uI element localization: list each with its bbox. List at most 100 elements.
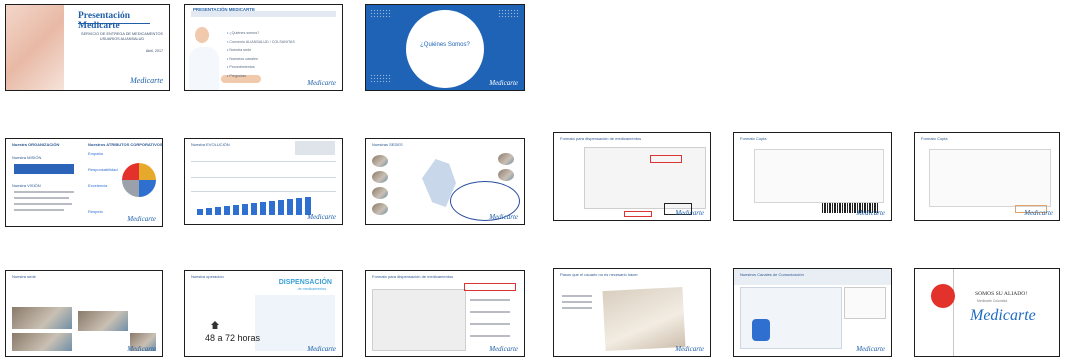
slide-thumbnail-8[interactable]: Formato Copia Medicarte xyxy=(733,132,892,221)
person-graphic xyxy=(752,319,770,341)
growth-bar xyxy=(206,208,212,215)
brand-logo: Medicarte xyxy=(675,209,704,217)
slide-heading: Nuestra operación xyxy=(191,274,224,279)
slide-heading: Nuestra EVOLUCIÓN xyxy=(191,142,230,147)
form-document xyxy=(584,147,706,209)
text-line xyxy=(14,191,74,193)
column-heading: Nuestros ATRIBUTOS CORPORATIVOS xyxy=(88,142,163,147)
slide-heading: Formato Copia xyxy=(740,136,767,141)
section-subtitle: de medicamentos xyxy=(297,287,326,291)
slide-heading: Nuestra sede xyxy=(12,274,36,279)
growth-bar xyxy=(224,206,230,215)
text-line xyxy=(470,299,510,301)
brand-logo: Medicarte xyxy=(127,215,156,223)
closing-headline: SOMOS SU ALIADO! xyxy=(975,291,1028,297)
slide-thumbnail-4[interactable]: Nuestra ORGANIZACIÓN Nuestros ATRIBUTOS … xyxy=(5,138,163,227)
site-photo xyxy=(372,171,388,183)
slide-heading: Formato para dispensación de medicamento… xyxy=(560,136,642,141)
dot-pattern xyxy=(370,74,392,84)
dot-pattern xyxy=(498,9,520,19)
doctor-face xyxy=(195,27,209,43)
site-photo xyxy=(372,187,388,199)
slide-heading: Nuestros Canales de Comunicación xyxy=(740,272,804,277)
highlight-box xyxy=(650,155,682,163)
slide-thumbnail-6[interactable]: Nuestras SEDES Medicarte xyxy=(365,138,525,225)
slide-subtitle: SERVICIO DE ENTREGA DE MEDICAMENTOS USUA… xyxy=(81,32,163,41)
slide-title: Presentación Medicarte xyxy=(78,11,131,31)
text-line xyxy=(470,323,510,325)
slide-thumbnail-5[interactable]: Nuestra EVOLUCIÓN Medicarte xyxy=(184,138,343,225)
brand-logo: Medicarte xyxy=(1024,209,1053,217)
attribute-label: Respeto xyxy=(88,209,103,214)
section-title: ¿Quiénes Somos? xyxy=(420,42,470,48)
text-line xyxy=(562,307,592,309)
text-line xyxy=(14,197,69,199)
dot-pattern xyxy=(370,9,392,19)
growth-bar xyxy=(260,202,266,215)
doctor-coat xyxy=(189,47,219,90)
brand-logo: Medicarte xyxy=(489,213,518,221)
text-line xyxy=(562,295,592,297)
slide-thumbnail-11[interactable]: Nuestra operación DISPENSACIÓN de medica… xyxy=(184,270,343,357)
timeline-line xyxy=(191,161,336,162)
agenda-item: ¿Quiénes somos? xyxy=(227,29,295,38)
white-circle xyxy=(406,10,484,88)
red-circle xyxy=(931,284,955,308)
slide-thumbnail-10[interactable]: Nuestra sede Medicarte xyxy=(5,270,163,357)
text-line xyxy=(14,203,72,205)
header-photo xyxy=(295,141,335,155)
title-underline xyxy=(78,23,150,24)
brand-logo: Medicarte xyxy=(970,307,1036,324)
site-photo xyxy=(498,169,514,181)
site-photo xyxy=(372,203,388,215)
text-line xyxy=(14,209,64,211)
attribute-label: Responsabilidad xyxy=(88,167,118,172)
hands-photo xyxy=(6,5,64,90)
site-photo xyxy=(498,153,514,165)
slide-thumbnail-14[interactable]: Nuestros Canales de Comunicación Medicar… xyxy=(733,268,892,357)
brand-logo: Medicarte xyxy=(489,345,518,353)
attribute-label: Empatía xyxy=(88,151,103,156)
brand-logo: Medicarte xyxy=(489,79,518,87)
building-photo xyxy=(12,307,72,329)
house-icon xyxy=(211,321,219,329)
growth-bar xyxy=(251,203,257,215)
agenda-item: Preguntas xyxy=(227,72,295,81)
slide-thumbnail-13[interactable]: Pasos que el usuario no es necesario hac… xyxy=(553,268,711,357)
divider-line xyxy=(953,269,954,356)
timeline-line xyxy=(191,191,336,192)
growth-bar xyxy=(287,199,293,215)
vision-label: Nuestra VISIÓN xyxy=(12,183,41,188)
slide-date: Abril, 2017 xyxy=(145,49,163,53)
agenda-item: Nuestra sede xyxy=(227,46,295,55)
growth-bar xyxy=(269,201,275,215)
slide-heading: Nuestras SEDES xyxy=(372,142,403,147)
slide-thumbnail-9[interactable]: Formato Copia Medicarte xyxy=(914,132,1060,221)
growth-bar xyxy=(242,204,248,215)
slide-thumbnail-3[interactable]: ¿Quiénes Somos? Medicarte xyxy=(365,4,525,91)
mission-band xyxy=(14,164,74,174)
timeline-line xyxy=(191,177,336,178)
slide-thumbnail-2[interactable]: PRESENTACIÓN MEDICARTE ¿Quiénes somos? C… xyxy=(184,4,343,91)
interior-photo xyxy=(12,333,72,351)
form-document xyxy=(372,289,466,351)
slide-thumbnail-7[interactable]: Formato para dispensación de medicamento… xyxy=(553,132,711,221)
site-photo xyxy=(372,155,388,167)
slide-thumbnail-12[interactable]: Formato para dispensación de medicamento… xyxy=(365,270,525,357)
brand-logo: Medicarte xyxy=(307,345,336,353)
building-photo xyxy=(78,311,128,331)
slide-thumbnail-1[interactable]: Presentación Medicarte SERVICIO DE ENTRE… xyxy=(5,4,170,91)
delivery-time: 48 a 72 horas xyxy=(205,333,261,343)
agenda-item: Procedimientos xyxy=(227,63,295,72)
slide-heading: Formato para dispensación de medicamento… xyxy=(372,274,454,279)
closing-tagline: Medicarte Colombia xyxy=(977,299,1008,303)
growth-bar xyxy=(197,209,203,215)
slide-heading: PRESENTACIÓN MEDICARTE xyxy=(193,7,255,12)
form-photo xyxy=(602,286,686,352)
brand-logo: Medicarte xyxy=(307,213,336,221)
slide-heading: Nuestra ORGANIZACIÓN xyxy=(12,142,60,147)
slide-thumbnail-16[interactable]: SOMOS SU ALIADO! Medicarte Colombia Medi… xyxy=(914,268,1060,357)
growth-bar xyxy=(215,207,221,215)
agenda-item: Nuestros canales xyxy=(227,55,295,64)
copy-document xyxy=(754,149,884,203)
